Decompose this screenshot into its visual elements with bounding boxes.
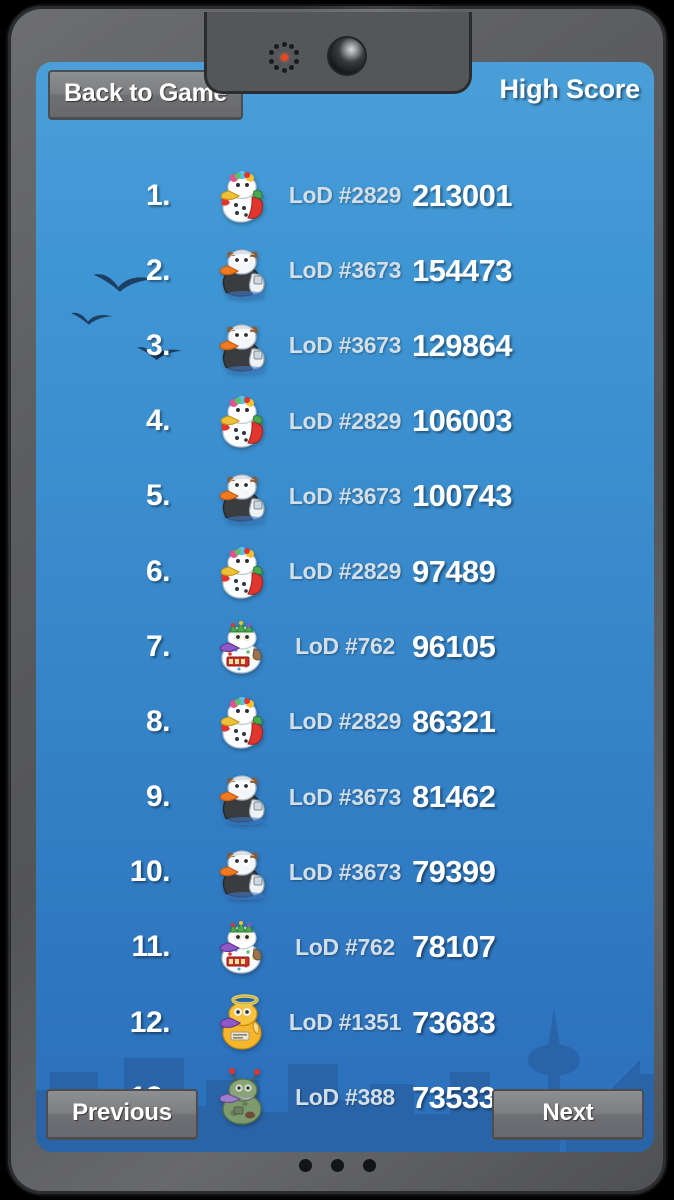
player-avatar-icon [210, 1065, 276, 1131]
player-score: 86321 [412, 703, 496, 739]
rank-label: 6. [145, 554, 171, 588]
home-dot [362, 1159, 376, 1172]
leaderboard-row[interactable]: 11. LoD #762 78107 [36, 910, 654, 985]
previous-page-button[interactable]: Previous [46, 1089, 198, 1140]
home-indicator-dots [8, 1159, 666, 1172]
rank-label: 10. [129, 855, 171, 889]
leaderboard-row[interactable]: 4. LoD #2829 106003 [36, 384, 654, 459]
leaderboard-row[interactable]: 8. LoD #2829 86321 [36, 684, 654, 759]
app-screen: Back to Game High Score 1. LoD #2829 21300… [36, 62, 654, 1152]
player-score: 79399 [412, 854, 496, 890]
player-score: 73683 [412, 1004, 496, 1040]
player-score: 213001 [412, 177, 512, 213]
player-score: 154473 [412, 252, 512, 288]
player-avatar-icon [210, 914, 276, 980]
speaker-dot [293, 50, 299, 56]
player-name: LoD #2829 [288, 708, 402, 735]
high-score-list: 1. LoD #2829 213001 2. LoD #3673 154473 3. LoD … [36, 158, 654, 1135]
player-avatar-icon [210, 163, 276, 229]
speaker-dot [269, 50, 275, 56]
player-name: LoD #762 [295, 633, 395, 660]
rank-label: 2. [145, 253, 171, 287]
leaderboard-row[interactable]: 1. LoD #2829 213001 [36, 158, 654, 233]
home-dot [298, 1159, 312, 1172]
player-name: LoD #3673 [288, 482, 402, 509]
rank-label: 7. [145, 629, 171, 663]
player-name: LoD #2829 [288, 182, 402, 209]
leaderboard-row[interactable]: 2. LoD #3673 154473 [36, 233, 654, 308]
speaker-grille-icon [267, 40, 301, 74]
player-avatar-icon [210, 238, 276, 304]
rank-label: 12. [129, 1005, 171, 1039]
player-name: LoD #3673 [288, 858, 402, 885]
home-dot [330, 1159, 344, 1172]
player-name: LoD #2829 [288, 558, 402, 585]
speaker-dot [281, 41, 287, 47]
rank-label: 8. [145, 704, 171, 738]
player-score: 96105 [412, 628, 496, 664]
rank-label: 4. [145, 404, 171, 438]
leaderboard-row[interactable]: 3. LoD #3673 129864 [36, 308, 654, 383]
speaker-dot [293, 58, 299, 64]
player-avatar-icon [210, 839, 276, 905]
leaderboard-row[interactable]: 7. LoD #762 96105 [36, 609, 654, 684]
player-name: LoD #3673 [288, 332, 402, 359]
speaker-dot [273, 43, 279, 49]
notification-led-icon [281, 54, 288, 61]
player-avatar-icon [210, 689, 276, 755]
page-title: High Score [499, 74, 640, 104]
rank-label: 5. [145, 479, 171, 513]
rank-label: 9. [145, 780, 171, 814]
player-name: LoD #3673 [288, 783, 402, 810]
leaderboard-row[interactable]: 10. LoD #3673 79399 [36, 835, 654, 910]
player-score: 100743 [412, 478, 512, 514]
player-avatar-icon [210, 764, 276, 830]
player-avatar-icon [210, 313, 276, 379]
leaderboard-row[interactable]: 6. LoD #2829 97489 [36, 534, 654, 609]
player-score: 81462 [412, 779, 496, 815]
player-name: LoD #3673 [288, 257, 402, 284]
leaderboard-row[interactable]: 9. LoD #3673 81462 [36, 760, 654, 835]
speaker-dot [289, 43, 295, 49]
speaker-dot [289, 65, 295, 71]
device-notch [204, 12, 472, 94]
leaderboard-row[interactable]: 12. LoD #1351 73683 [36, 985, 654, 1060]
player-avatar-icon [210, 614, 276, 680]
speaker-dot [273, 65, 279, 71]
front-camera-icon [327, 36, 367, 76]
player-avatar-icon [210, 990, 276, 1056]
leaderboard-row[interactable]: 5. LoD #3673 100743 [36, 459, 654, 534]
player-avatar-icon [210, 539, 276, 605]
player-avatar-icon [210, 388, 276, 454]
player-score: 78107 [412, 929, 496, 965]
player-name: LoD #1351 [288, 1009, 402, 1036]
player-score: 129864 [412, 327, 512, 363]
rank-label: 11. [131, 930, 170, 964]
player-name: LoD #2829 [288, 407, 402, 434]
next-page-button[interactable]: Next [492, 1089, 644, 1140]
phone-device-frame: Back to Game High Score 1. LoD #2829 21300… [8, 6, 666, 1194]
rank-label: 3. [145, 328, 171, 362]
speaker-dot [269, 58, 275, 64]
player-name: LoD #388 [295, 1084, 395, 1111]
player-score: 97489 [412, 553, 496, 589]
player-avatar-icon [210, 463, 276, 529]
rank-label: 1. [145, 178, 171, 212]
speaker-dot [281, 67, 287, 73]
player-name: LoD #762 [295, 933, 395, 960]
player-score: 106003 [412, 403, 512, 439]
